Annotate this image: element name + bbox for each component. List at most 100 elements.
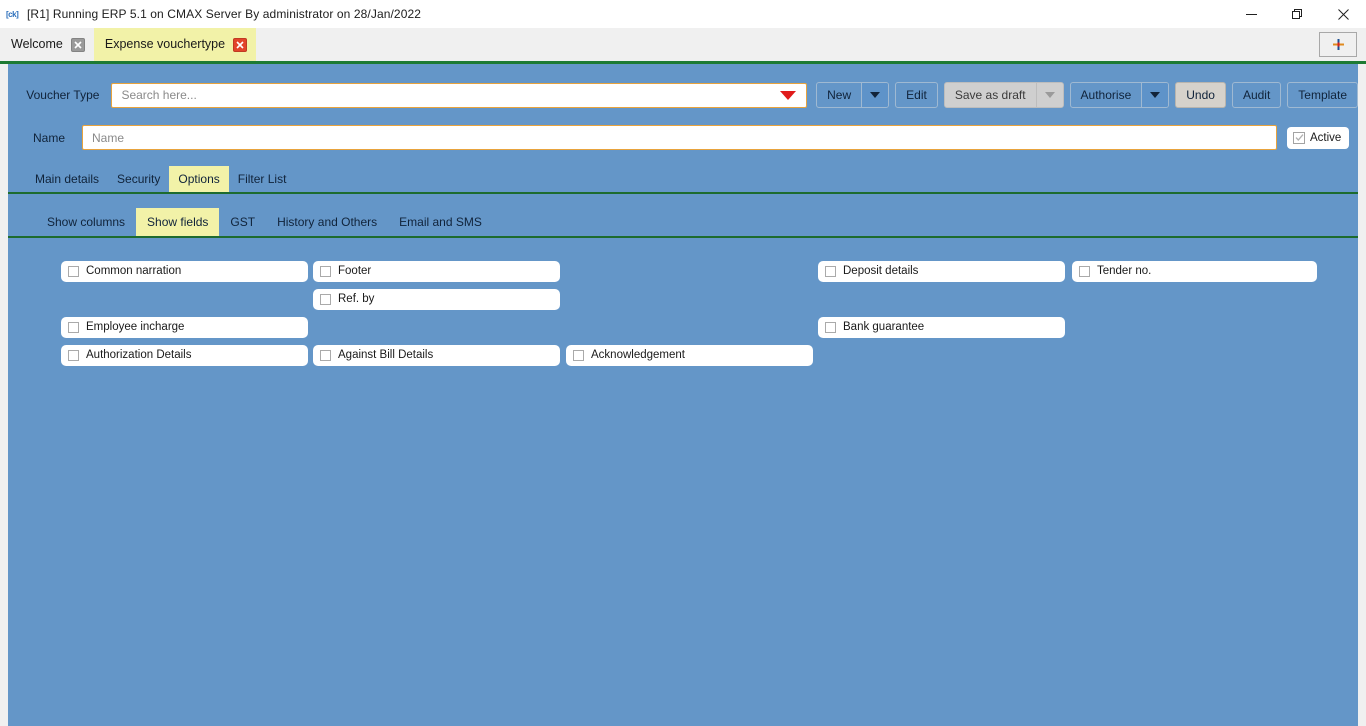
svg-text:[ck]: [ck]	[6, 10, 19, 19]
field-checkbox-box	[68, 266, 79, 277]
save-as-draft-label: Save as draft	[954, 88, 1026, 102]
undo-button[interactable]: Undo	[1175, 82, 1226, 108]
field-toggle-deposit-details[interactable]: Deposit details	[818, 261, 1065, 282]
voucher-type-row: Voucher Type Search here... New Edit Sav…	[8, 64, 1358, 108]
new-button-label: New	[827, 88, 852, 102]
field-checkbox-label: Ref. by	[338, 292, 375, 305]
close-button[interactable]	[1320, 0, 1366, 28]
tab-label: Email and SMS	[399, 215, 482, 229]
add-tab-container	[1319, 32, 1357, 57]
voucher-type-label: Voucher Type	[26, 88, 100, 102]
subtab-gst[interactable]: GST	[219, 208, 266, 236]
tab-security[interactable]: Security	[108, 166, 169, 192]
template-button-label: Template	[1298, 88, 1347, 102]
new-button[interactable]: New	[816, 82, 890, 108]
name-placeholder: Name	[92, 130, 125, 145]
close-tab-icon[interactable]	[70, 37, 85, 52]
new-dropdown-toggle[interactable]	[861, 83, 889, 107]
field-toggle-authorization-details[interactable]: Authorization Details	[61, 345, 308, 366]
field-checkbox-label: Acknowledgement	[591, 348, 685, 361]
tab-label: History and Others	[277, 215, 378, 229]
edit-button[interactable]: Edit	[895, 82, 938, 108]
field-checkbox-label: Common narration	[86, 264, 182, 277]
restore-button[interactable]	[1274, 0, 1320, 28]
document-tabstrip: Welcome Expense vouchertype	[0, 28, 1366, 64]
field-checkbox-box	[573, 350, 584, 361]
chevron-down-icon	[1150, 92, 1161, 98]
undo-button-label: Undo	[1186, 88, 1215, 102]
name-label: Name	[33, 130, 66, 145]
tab-label: GST	[230, 215, 256, 229]
sub-tab-row: Show columns Show fields GST History and…	[8, 208, 1358, 238]
field-toggle-ref-by[interactable]: Ref. by	[313, 289, 560, 310]
field-checkbox-box	[825, 266, 836, 277]
field-checkbox-box	[825, 322, 836, 333]
field-toggle-acknowledgement[interactable]: Acknowledgement	[566, 345, 813, 366]
field-checkbox-box	[320, 294, 331, 305]
template-button[interactable]: Template	[1287, 82, 1358, 108]
field-checkbox-box	[320, 350, 331, 361]
plus-icon	[1332, 39, 1344, 50]
active-checkbox-box	[1293, 131, 1305, 144]
field-toggle-common-narration[interactable]: Common narration	[61, 261, 308, 282]
window-controls	[1228, 0, 1366, 28]
tab-filter-list[interactable]: Filter List	[229, 166, 296, 192]
active-checkbox[interactable]: Active	[1287, 126, 1349, 149]
checkmark-icon	[1295, 134, 1303, 141]
subtab-show-columns[interactable]: Show columns	[36, 208, 136, 236]
minimize-button[interactable]	[1228, 0, 1274, 28]
field-toggle-against-bill-details[interactable]: Against Bill Details	[313, 345, 560, 366]
tab-label: Options	[178, 172, 220, 186]
tab-main-details[interactable]: Main details	[26, 166, 108, 192]
field-toggle-footer[interactable]: Footer	[313, 261, 560, 282]
tab-label: Show columns	[47, 215, 126, 229]
audit-button[interactable]: Audit	[1231, 82, 1282, 108]
field-checkbox-label: Employee incharge	[86, 320, 185, 333]
authorise-dropdown-toggle[interactable]	[1141, 83, 1169, 107]
application-surface: Voucher Type Search here... New Edit Sav…	[0, 64, 1366, 726]
tab-label: Show fields	[147, 215, 209, 229]
main-tab-row: Main details Security Options Filter Lis…	[8, 166, 1358, 194]
field-checkbox-label: Tender no.	[1097, 264, 1152, 277]
subtab-show-fields[interactable]: Show fields	[136, 208, 220, 236]
document-tab-label: Welcome	[11, 37, 63, 52]
voucher-type-form: Voucher Type Search here... New Edit Sav…	[8, 64, 1358, 726]
field-checkbox-box	[320, 266, 331, 277]
name-input[interactable]: Name	[82, 125, 1277, 150]
save-as-draft-dropdown-toggle[interactable]	[1035, 83, 1063, 107]
subtab-history-and-others[interactable]: History and Others	[266, 208, 388, 236]
field-checkbox-label: Bank guarantee	[843, 320, 925, 333]
window-titlebar: [ck] [R1] Running ERP 5.1 on CMAX Server…	[0, 0, 1366, 28]
dropdown-caret-icon[interactable]	[780, 90, 797, 100]
field-toggle-employee-incharge[interactable]: Employee incharge	[61, 317, 308, 338]
authorise-button-label: Authorise	[1080, 88, 1132, 102]
name-row: Name Name Active	[8, 125, 1358, 150]
ck-logo-icon: [ck]	[5, 6, 21, 22]
save-as-draft-button[interactable]: Save as draft	[943, 82, 1064, 108]
tab-options[interactable]: Options	[169, 166, 229, 192]
chevron-down-icon	[870, 92, 881, 98]
window-title: [R1] Running ERP 5.1 on CMAX Server By a…	[27, 7, 422, 21]
tab-label: Security	[117, 172, 161, 186]
document-tab-expense-vouchertype[interactable]: Expense vouchertype	[93, 28, 257, 61]
active-checkbox-label: Active	[1310, 131, 1342, 144]
subtab-email-and-sms[interactable]: Email and SMS	[388, 208, 493, 236]
chevron-down-icon	[1044, 92, 1055, 98]
add-tab-button[interactable]	[1319, 32, 1357, 57]
tab-label: Filter List	[237, 172, 287, 186]
edit-button-label: Edit	[906, 88, 927, 102]
field-toggle-tender-no[interactable]: Tender no.	[1072, 261, 1317, 282]
field-checkbox-label: Deposit details	[843, 264, 919, 277]
document-tab-welcome[interactable]: Welcome	[0, 28, 94, 61]
authorise-button[interactable]: Authorise	[1069, 82, 1170, 108]
field-checkbox-label: Against Bill Details	[338, 348, 434, 361]
tab-label: Main details	[35, 172, 100, 186]
show-fields-grid: Common narration Footer Deposit details Ten…	[8, 261, 1358, 381]
document-tab-label: Expense vouchertype	[104, 37, 226, 52]
field-checkbox-box	[1079, 266, 1090, 277]
field-toggle-bank-guarantee[interactable]: Bank guarantee	[818, 317, 1065, 338]
field-checkbox-label: Authorization Details	[86, 348, 192, 361]
voucher-type-placeholder: Search here...	[121, 88, 197, 102]
voucher-type-search-input[interactable]: Search here...	[111, 82, 808, 108]
close-tab-icon[interactable]	[233, 37, 248, 52]
